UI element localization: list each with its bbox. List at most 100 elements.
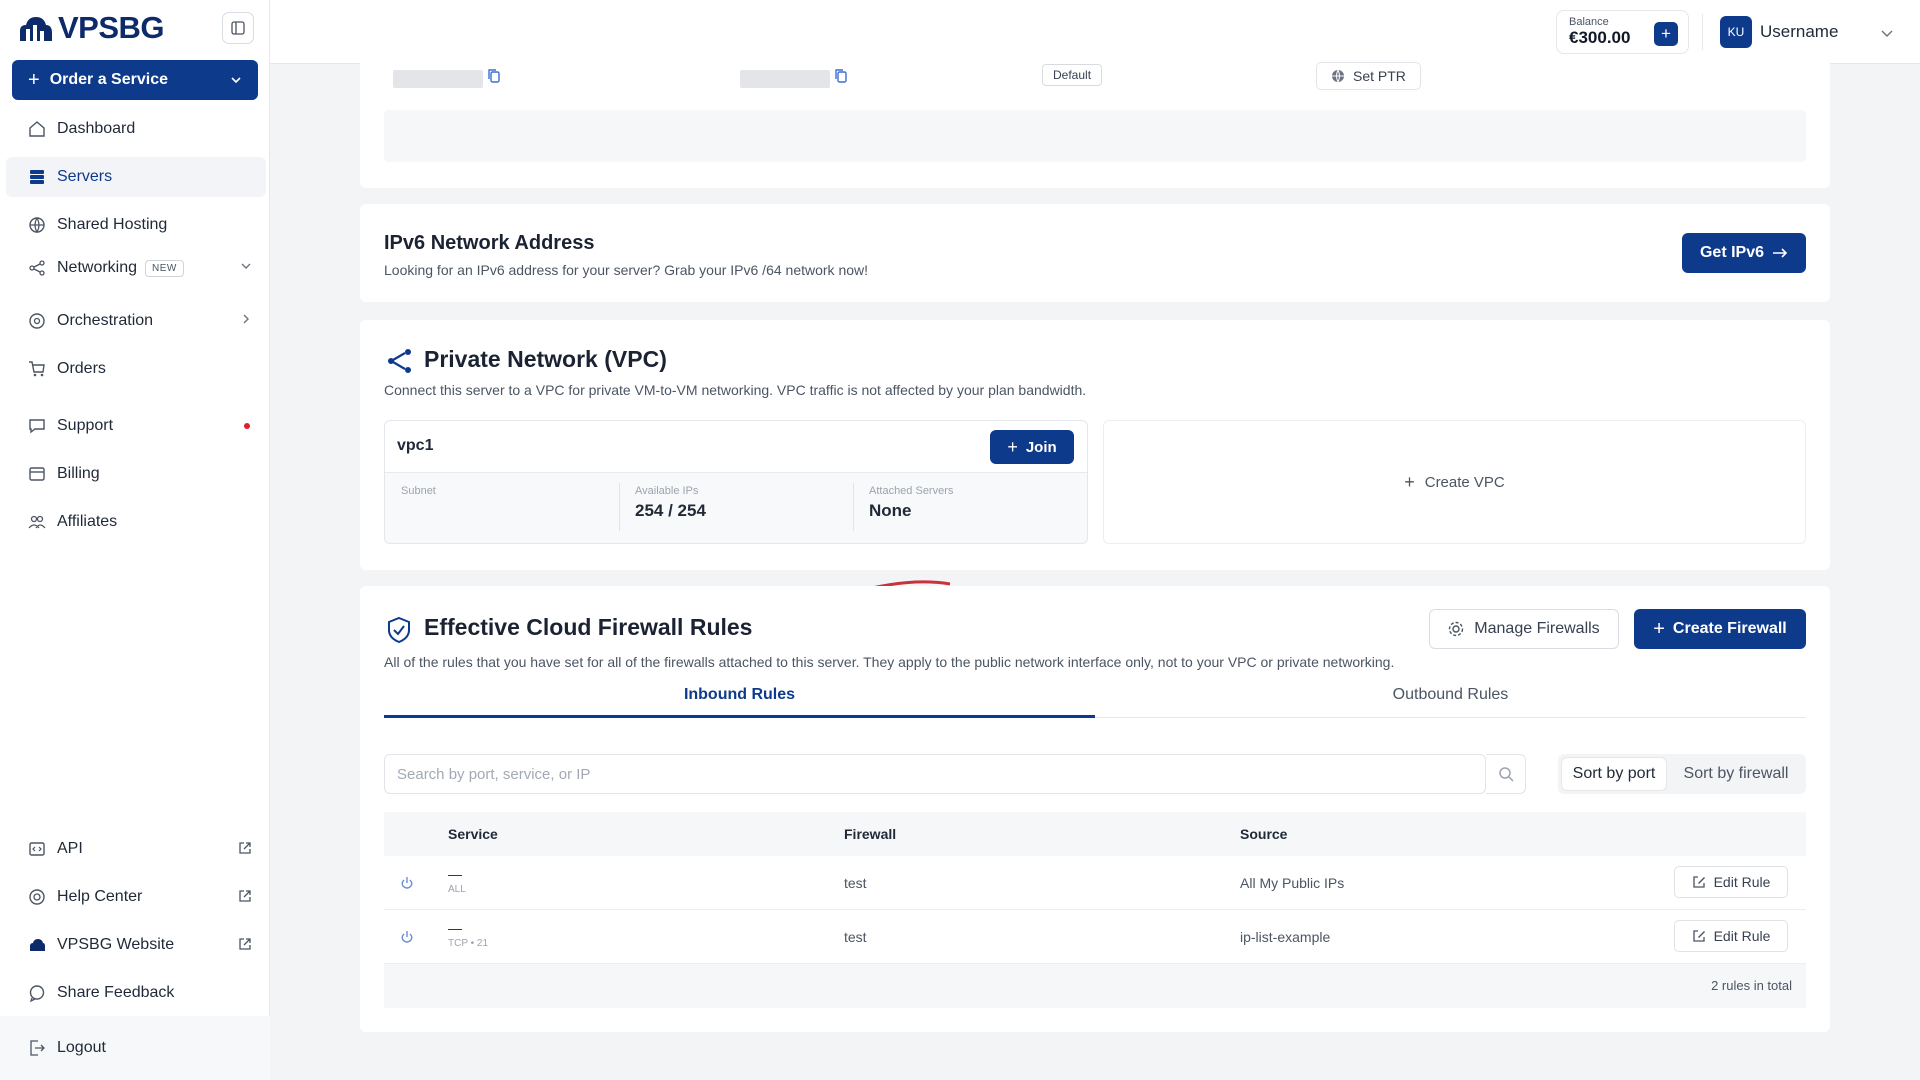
sidebar-item-affiliates[interactable]: Affiliates [6,502,266,542]
avatar[interactable]: KU [1720,16,1752,48]
search-button[interactable] [1486,754,1526,794]
create-vpc-label: Create VPC [1424,473,1505,491]
new-badge: NEW [145,259,184,277]
external-link-icon [239,842,251,854]
notification-dot [244,423,250,429]
sidebar-item-api[interactable]: API [6,829,266,869]
create-firewall-button[interactable]: + Create Firewall [1634,609,1806,649]
power-icon [401,877,413,889]
edit-rule-button[interactable]: Edit Rule [1674,920,1788,952]
service-protocol: TCP • 21 [448,938,488,949]
logout-button[interactable]: Logout [6,1028,266,1068]
add-funds-button[interactable]: + [1654,22,1678,46]
lifebuoy-icon [29,889,45,905]
chevron-right-icon [243,314,249,324]
external-link-icon [239,938,251,950]
manage-firewalls-button[interactable]: Manage Firewalls [1429,609,1619,649]
copy-icon[interactable] [834,68,848,84]
order-service-button[interactable]: + Order a Service [12,60,258,100]
sidebar-item-support[interactable]: Support [6,406,266,446]
balance-widget: Balance €300.00 + [1556,10,1689,54]
edit-rule-button[interactable]: Edit Rule [1674,866,1788,898]
set-ptr-label: Set PTR [1353,68,1406,84]
sidebar-item-label: Billing [57,465,100,482]
tab-inbound-rules[interactable]: Inbound Rules [384,686,1095,718]
vpc-card: Private Network (VPC) Connect this serve… [360,320,1830,570]
chat-icon [29,419,45,434]
ipv6-title: IPv6 Network Address [384,232,595,254]
join-vpc-button[interactable]: + Join [990,430,1074,464]
join-label: Join [1025,438,1057,456]
billing-icon [29,467,45,481]
ipv6-card: IPv6 Network Address Looking for an IPv6… [360,204,1830,302]
home-icon [29,121,45,137]
chevron-down-icon [241,263,251,269]
available-ips-value: 254 / 254 [635,501,706,520]
get-ipv6-button[interactable]: Get IPv6 [1682,233,1806,273]
sort-by-firewall-button[interactable]: Sort by firewall [1670,758,1802,790]
server-icon [30,170,44,184]
share-icon [29,260,45,276]
message-icon [29,985,45,1002]
set-ptr-button[interactable]: Set PTR [1316,62,1421,90]
logout-icon [30,1040,45,1056]
copy-icon[interactable] [487,68,501,84]
service-protocol: ALL [448,884,466,895]
brand-logo[interactable]: VPSBG [14,10,165,46]
gateway-placeholder [740,70,830,88]
sidebar-item-label: Orders [57,360,106,377]
rules-table-header: Service Firewall Source [384,812,1806,856]
create-vpc-button[interactable]: + Create VPC [1103,420,1806,544]
ip-addresses-card: Default Set PTR [360,58,1830,188]
sidebar-item-label: API [57,840,83,857]
ip-address-placeholder [393,70,483,88]
firewall-name: test [844,875,867,891]
sidebar-item-shared-hosting[interactable]: Shared Hosting [6,205,266,245]
attached-servers-value: None [869,501,912,520]
ipv6-description: Looking for an IPv6 address for your ser… [384,262,869,278]
vpc-available-ips: Available IPs 254 / 254 [635,485,706,521]
vpc-name: vpc1 [397,437,434,454]
available-ips-label: Available IPs [635,485,699,497]
create-firewall-label: Create Firewall [1672,620,1787,637]
power-icon [401,931,413,943]
column-header-firewall: Firewall [844,826,897,842]
logout-label: Logout [57,1039,106,1056]
service-name: — [448,920,462,936]
sidebar-item-dashboard[interactable]: Dashboard [6,109,266,149]
collapse-sidebar-button[interactable] [222,12,254,44]
sidebar-item-label: Orchestration [57,312,154,329]
sidebar-item-billing[interactable]: Billing [6,454,266,494]
chevron-down-icon[interactable] [1880,26,1894,40]
sidebar-item-help-center[interactable]: Help Center [6,877,266,917]
sidebar-item-networking[interactable]: Networking NEW [6,248,266,288]
vpc-item: vpc1 + Join Subnet Available IPs 254 / 2… [384,420,1088,544]
rules-search-input[interactable] [384,754,1486,794]
sidebar-item-label: Dashboard [57,120,136,137]
sidebar-item-servers[interactable]: Servers [6,157,266,197]
sidebar-item-website[interactable]: VPSBG Website [6,925,266,965]
orchestration-icon [29,313,45,329]
sidebar-item-orchestration[interactable]: Orchestration [6,301,266,341]
cloud-logo-icon [20,17,52,41]
sort-toggle: Sort by port Sort by firewall [1558,754,1806,794]
sidebar-item-label: Support [57,417,114,434]
tab-outbound-rules[interactable]: Outbound Rules [1095,686,1806,718]
arrow-right-icon [1773,248,1788,258]
username[interactable]: Username [1760,22,1838,42]
sidebar-item-share-feedback[interactable]: Share Feedback [6,973,266,1013]
search-icon [1498,767,1514,782]
edit-icon [1692,876,1705,888]
sidebar-item-label: Shared Hosting [57,216,168,233]
chevron-down-icon [231,77,241,84]
ip-row-placeholder [384,110,1806,162]
shield-check-icon [388,616,410,644]
top-bar: Balance €300.00 + KU Username [270,0,1920,64]
rule-source: All My Public IPs [1240,875,1345,891]
table-row: — TCP • 21 test ip-list-example Edit Rul… [384,910,1806,964]
plus-icon: + [1007,436,1018,457]
sort-by-port-button[interactable]: Sort by port [1562,758,1666,790]
sidebar-item-orders[interactable]: Orders [6,349,266,389]
external-link-icon [239,890,251,902]
gear-icon [1449,621,1464,637]
